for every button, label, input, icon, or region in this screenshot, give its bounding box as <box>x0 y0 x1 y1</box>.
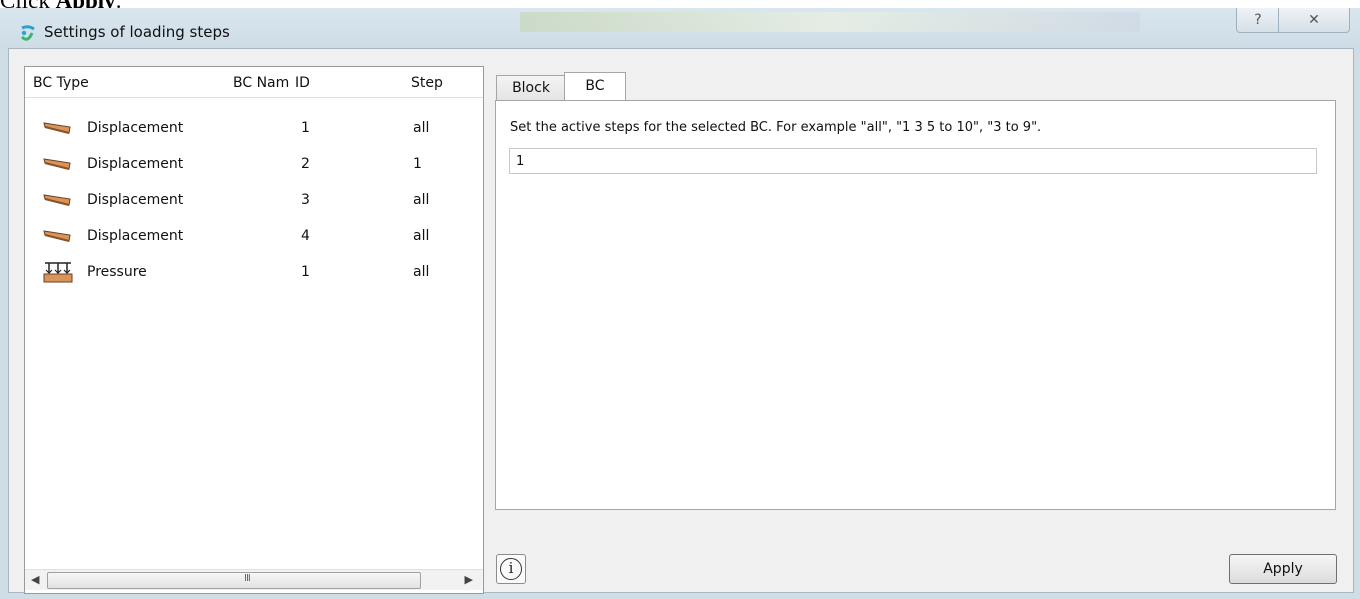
scroll-right-icon[interactable]: ▶ <box>465 573 473 586</box>
bc-step-cell: all <box>413 228 430 244</box>
close-button[interactable]: ✕ <box>1278 8 1350 33</box>
apply-button[interactable]: Apply <box>1229 554 1337 584</box>
scroll-left-icon[interactable]: ◀ <box>31 573 39 586</box>
help-icon: ? <box>1254 12 1262 28</box>
help-button[interactable]: ? <box>1236 8 1280 33</box>
bc-tab-panel: Set the active steps for the selected BC… <box>495 100 1336 510</box>
column-header-bc-name[interactable]: BC Nam <box>233 75 293 91</box>
column-header-step[interactable]: Step <box>411 75 471 91</box>
table-row[interactable]: Displacement 2 1 <box>25 147 465 183</box>
steps-help-text: Set the active steps for the selected BC… <box>510 120 1042 135</box>
info-button[interactable]: i <box>496 554 526 584</box>
horizontal-scrollbar[interactable]: ◀ III ▶ <box>25 569 483 590</box>
close-icon: ✕ <box>1308 12 1320 28</box>
bc-id-cell: 2 <box>301 156 310 172</box>
dialog-content: BC Type BC Nam ID Step Displacement 1 al… <box>0 56 1360 599</box>
tab-bc[interactable]: BC <box>564 72 626 101</box>
title-bar: Settings of loading steps ? ✕ <box>0 8 1360 48</box>
bc-id-cell: 1 <box>301 120 310 136</box>
scrollbar-grip-icon: III <box>244 573 251 584</box>
info-icon: i <box>500 558 522 580</box>
displacement-icon <box>43 230 71 242</box>
table-row[interactable]: Displacement 1 all <box>25 111 465 147</box>
bc-step-cell: all <box>413 120 430 136</box>
bc-type-cell: Displacement <box>87 192 184 208</box>
bc-step-cell: 1 <box>413 156 422 172</box>
column-header-id[interactable]: ID <box>295 75 355 91</box>
app-logo-icon <box>20 25 35 41</box>
table-header: BC Type BC Nam ID Step <box>25 67 483 98</box>
tab-block[interactable]: Block <box>496 75 566 100</box>
displacement-icon <box>43 122 71 134</box>
window-title: Settings of loading steps <box>44 23 230 41</box>
pressure-icon <box>43 262 73 283</box>
displacement-icon <box>43 194 71 206</box>
bc-type-cell: Displacement <box>87 120 184 136</box>
table-row[interactable]: Displacement 3 all <box>25 183 465 219</box>
active-steps-input[interactable] <box>509 148 1317 174</box>
scrollbar-thumb[interactable]: III <box>47 572 421 589</box>
bc-id-cell: 3 <box>301 192 310 208</box>
column-header-bc-type[interactable]: BC Type <box>33 75 203 91</box>
table-row[interactable]: Displacement 4 all <box>25 219 465 255</box>
bc-id-cell: 4 <box>301 228 310 244</box>
bc-step-cell: all <box>413 264 430 280</box>
table-row[interactable]: Pressure 1 all <box>25 255 465 291</box>
bc-id-cell: 1 <box>301 264 310 280</box>
displacement-icon <box>43 158 71 170</box>
bc-type-cell: Displacement <box>87 156 184 172</box>
bc-step-cell: all <box>413 192 430 208</box>
background-window-strip <box>520 12 1140 32</box>
bc-type-cell: Pressure <box>87 264 147 280</box>
bc-table: BC Type BC Nam ID Step Displacement 1 al… <box>24 66 484 594</box>
bc-type-cell: Displacement <box>87 228 184 244</box>
